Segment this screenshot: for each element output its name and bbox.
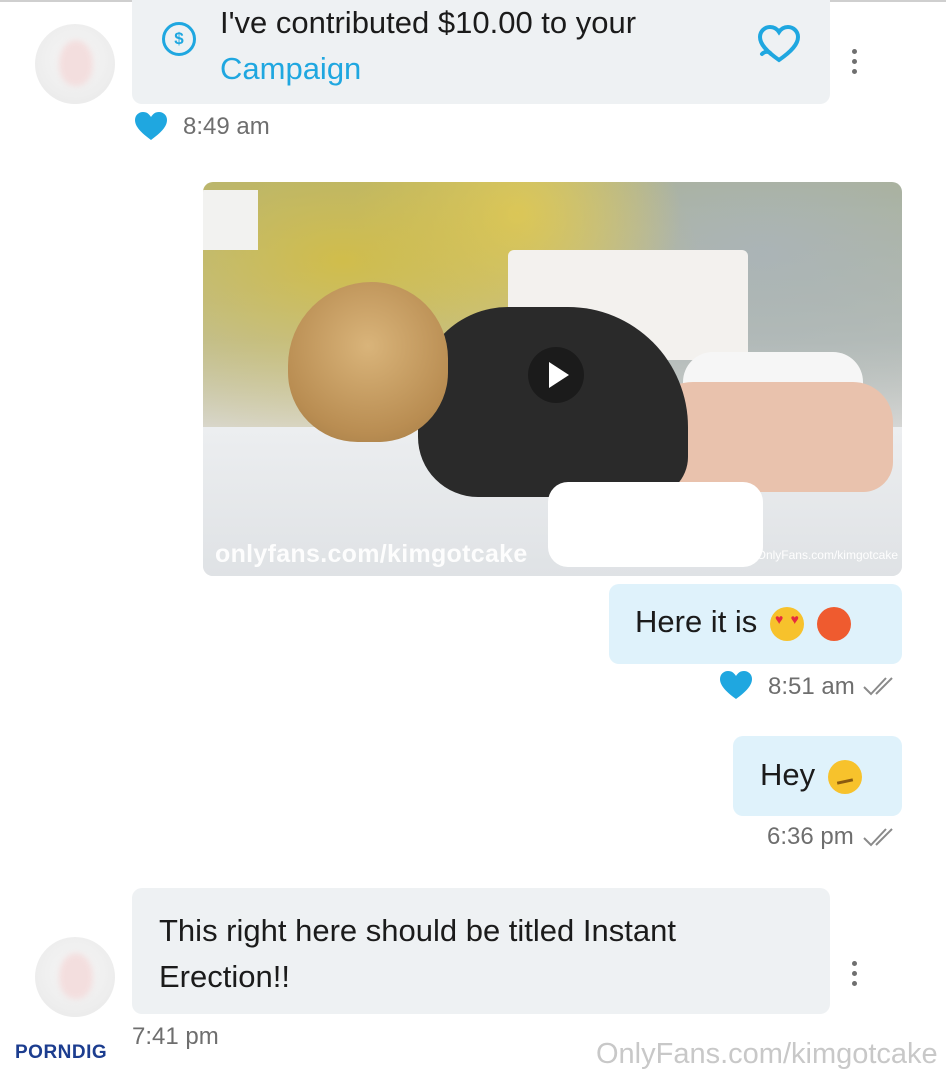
heart-filled-icon[interactable]: [134, 111, 168, 141]
outgoing-message-text: Hey: [760, 757, 862, 794]
message-time: 7:41 pm: [132, 1023, 219, 1050]
video-message[interactable]: onlyfans.com/kimgotcake OnlyFans.com/kim…: [203, 182, 902, 576]
video-watermark-small: OnlyFans.com/kimgotcake: [756, 548, 898, 562]
double-check-icon: [863, 828, 893, 847]
heart-outline-icon[interactable]: [756, 24, 802, 64]
dollar-icon: $: [162, 22, 196, 56]
heart-eyes-emoji-icon: [769, 606, 804, 641]
message-time: 8:51 am: [768, 673, 855, 700]
incoming-message-text: This right here should be titled Instant…: [159, 908, 676, 1000]
outgoing-message-text: Here it is: [635, 604, 851, 641]
footer-watermark: OnlyFans.com/kimgotcake: [596, 1038, 938, 1070]
message-time: 8:49 am: [183, 113, 270, 140]
avatar[interactable]: [35, 24, 115, 104]
play-icon[interactable]: [528, 347, 584, 403]
smirk-emoji-icon: [827, 759, 862, 794]
tip-text-line: I've contributed $10.00 to your: [220, 5, 637, 40]
message-text: Here it is: [635, 604, 758, 639]
kebab-menu-icon[interactable]: [849, 961, 859, 991]
message-text-line: This right here should be titled Instant: [159, 913, 676, 948]
avatar[interactable]: [35, 937, 115, 1017]
brand-logo: PORNDIG: [15, 1042, 108, 1063]
video-watermark: onlyfans.com/kimgotcake: [215, 540, 528, 568]
message-text-line: Erection!!: [159, 959, 290, 994]
message-time: 6:36 pm: [767, 823, 854, 850]
kebab-menu-icon[interactable]: [849, 49, 859, 79]
campaign-link[interactable]: Campaign: [220, 46, 740, 92]
hot-face-emoji-icon: [816, 606, 851, 641]
tip-message-text: I've contributed $10.00 to your Campaign: [220, 0, 740, 92]
heart-filled-icon[interactable]: [719, 670, 753, 700]
message-text: Hey: [760, 757, 816, 792]
double-check-icon: [863, 677, 893, 696]
